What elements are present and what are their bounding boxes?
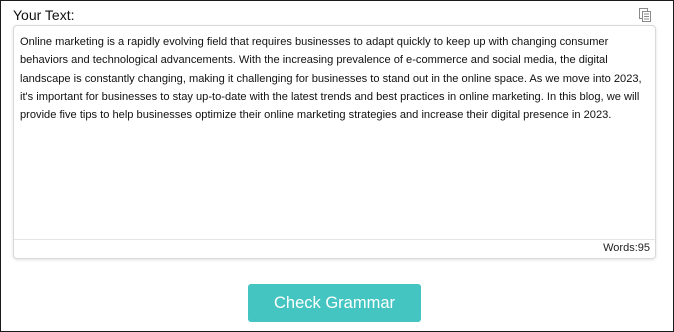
editor-header: Your Text: [13, 7, 656, 25]
check-grammar-button[interactable]: Check Grammar [248, 284, 421, 322]
your-text-label: Your Text: [13, 7, 75, 23]
text-editor: Online marketing is a rapidly evolving f… [13, 25, 656, 259]
text-input-area[interactable]: Online marketing is a rapidly evolving f… [20, 33, 649, 238]
copy-icon[interactable] [639, 8, 651, 22]
editor-footer-divider [14, 239, 655, 240]
word-count: Words:95 [603, 242, 650, 254]
grammar-checker-panel: Your Text: Online marketing is a rapidly… [0, 0, 674, 332]
